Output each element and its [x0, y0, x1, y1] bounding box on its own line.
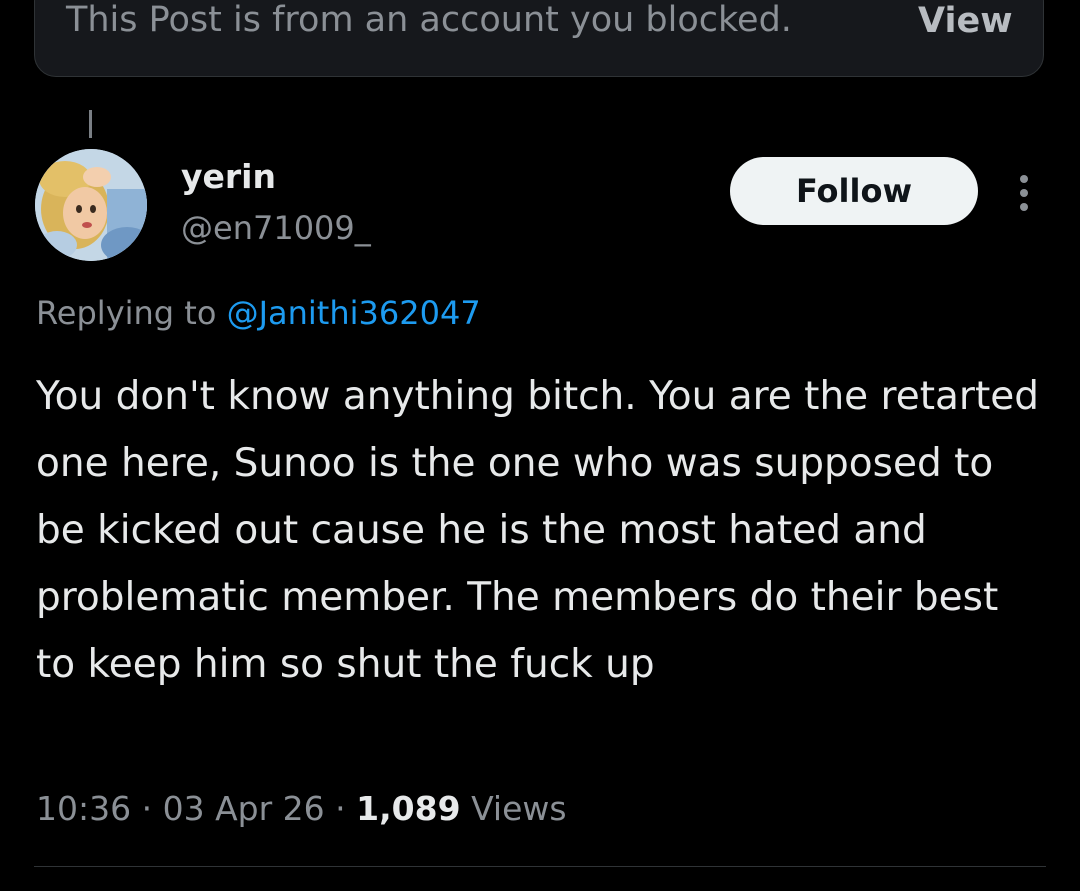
follow-button[interactable]: Follow [730, 157, 978, 225]
thread-connector-line [89, 110, 92, 138]
divider [34, 866, 1046, 867]
author-display-name[interactable]: yerin [181, 155, 276, 199]
blocked-post-message: This Post is from an account you blocked… [66, 0, 792, 40]
author-handle[interactable]: @en71009_ [181, 206, 371, 250]
tweet-time[interactable]: 10:36 [36, 789, 131, 828]
views-label: Views [471, 789, 567, 828]
view-blocked-post-button[interactable]: View [918, 0, 1013, 43]
avatar-icon [35, 149, 147, 261]
meta-separator: · [335, 789, 346, 828]
replying-to-handle-link[interactable]: @Janithi362047 [227, 294, 481, 332]
avatar[interactable] [35, 149, 147, 261]
tweet-metadata: 10:36 · 03 Apr 26 · 1,089 Views [36, 785, 567, 833]
tweet-date[interactable]: 03 Apr 26 [163, 789, 325, 828]
meta-separator: · [141, 789, 153, 828]
more-options-button[interactable] [1006, 168, 1042, 218]
replying-to-line: Replying to @Janithi362047 [36, 290, 481, 336]
tweet-text: You don't know anything bitch. You are t… [36, 374, 1039, 687]
views-count: 1,089 [356, 789, 461, 828]
more-vertical-icon [1020, 175, 1028, 211]
replying-to-label: Replying to [36, 294, 217, 332]
